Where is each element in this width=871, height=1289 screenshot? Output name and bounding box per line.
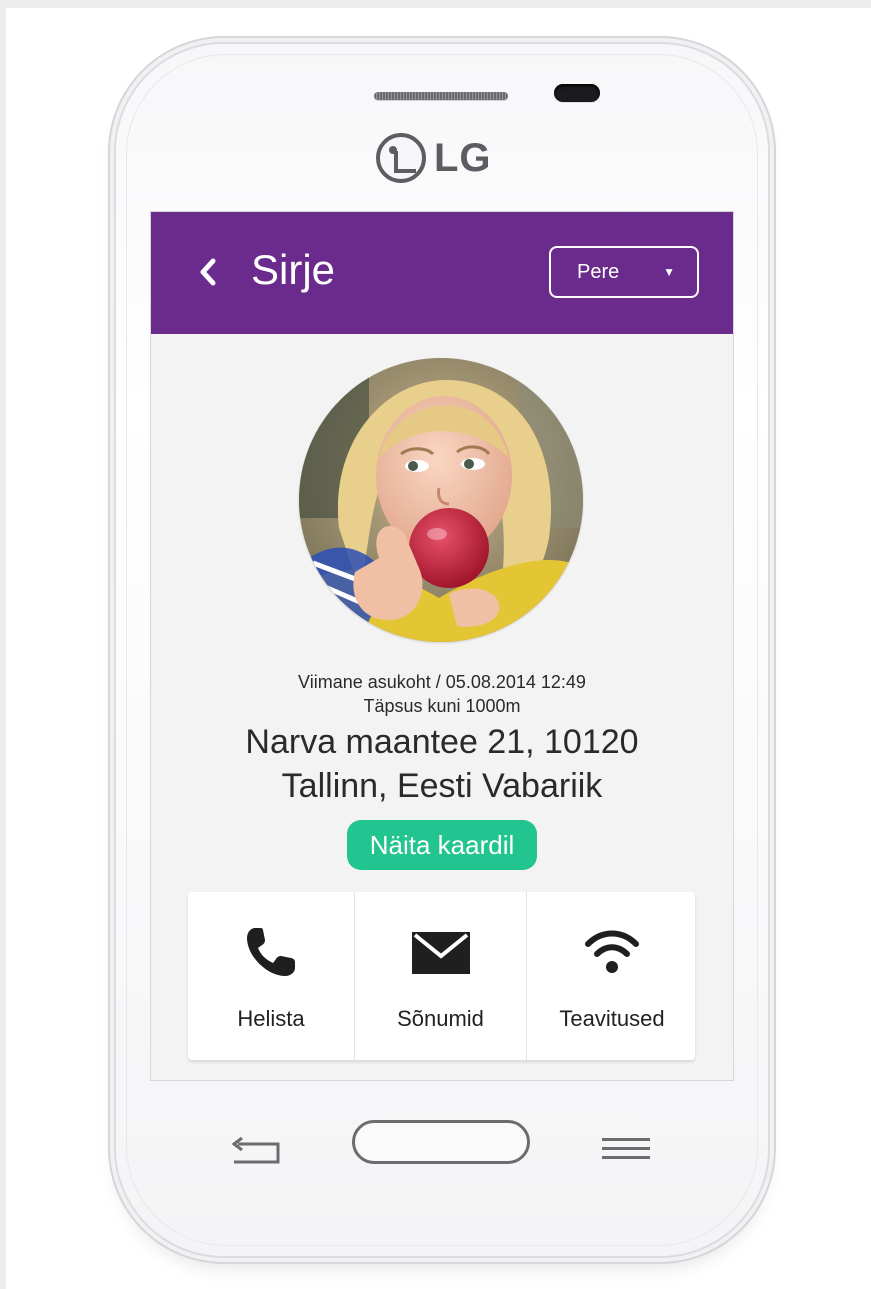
notifications-label: Teavitused — [559, 1006, 665, 1031]
last-location-text: Viimane asukoht / 05.08.2014 12:49 — [298, 672, 586, 692]
phone-icon — [241, 922, 301, 982]
brand: LG — [376, 132, 492, 184]
avatar — [299, 358, 583, 642]
notifications-action[interactable]: Teavitused — [526, 892, 697, 1060]
app-bar: Sirje Pere ▼ — [151, 212, 733, 334]
child-photo — [299, 358, 583, 642]
screen: Sirje Pere ▼ Viimane asukoht / 05.08.201… — [151, 212, 733, 1080]
address-line-2: Tallinn, Eesti Vabariik — [281, 767, 603, 805]
show-on-map-button[interactable]: Näita kaardil — [347, 820, 537, 870]
back-button[interactable] — [191, 252, 225, 292]
lg-logo-icon — [376, 133, 426, 183]
menu-key[interactable] — [602, 1136, 650, 1162]
chevron-left-icon — [200, 258, 216, 286]
page-title: Sirje — [251, 246, 336, 293]
back-key[interactable] — [228, 1134, 288, 1168]
earpiece-speaker — [374, 92, 508, 100]
triangle-down-icon: ▼ — [663, 265, 675, 279]
action-panel: Helista Sõnumid Teavitused — [188, 892, 695, 1060]
wifi-icon — [582, 922, 642, 982]
group-select[interactable]: Pere ▼ — [549, 246, 699, 298]
home-key[interactable] — [352, 1120, 530, 1164]
group-select-value: Pere — [577, 260, 620, 283]
messages-label: Sõnumid — [397, 1006, 484, 1031]
accuracy-text: Täpsus kuni 1000m — [363, 696, 521, 716]
messages-action[interactable]: Sõnumid — [354, 892, 526, 1060]
front-camera — [554, 84, 600, 102]
phone-frame: LG Sirje Pere ▼ Viimane asukoht / 05.08.… — [116, 44, 768, 1256]
address-line-1: Narva maantee 21, 10120 — [245, 723, 639, 761]
call-label: Helista — [237, 1006, 305, 1031]
call-action[interactable]: Helista — [188, 892, 354, 1060]
envelope-icon — [411, 922, 471, 982]
brand-name: LG — [434, 135, 492, 180]
